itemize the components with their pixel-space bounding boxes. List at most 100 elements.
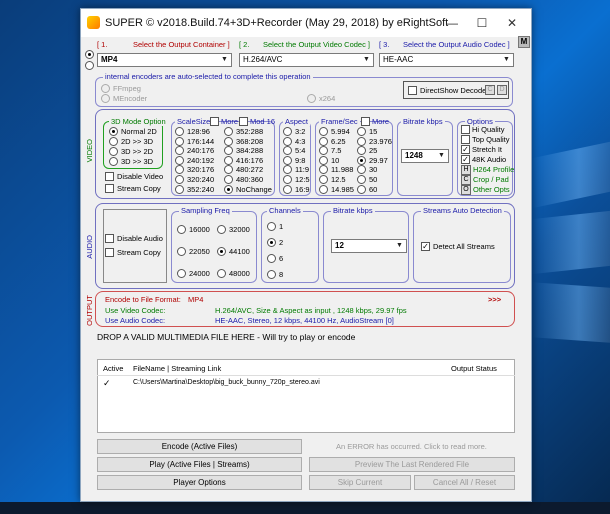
- maximize-icon[interactable]: ☐: [467, 14, 497, 32]
- fps-option-radio[interactable]: [319, 184, 328, 194]
- fps-option-radio[interactable]: [357, 155, 366, 165]
- close-icon[interactable]: ✕: [497, 14, 527, 32]
- minimize-icon[interactable]: —: [437, 14, 467, 32]
- crop-key[interactable]: C: [461, 175, 471, 185]
- scalesize-option-radio[interactable]: [175, 136, 184, 146]
- channel-option-radio[interactable]: [267, 270, 276, 279]
- aspect-option-radio[interactable]: [283, 175, 292, 184]
- encode-button[interactable]: Encode (Active Files): [97, 439, 302, 454]
- 48k-audio-checkbox[interactable]: ✓: [461, 155, 470, 164]
- help-button[interactable]: M: [518, 36, 530, 48]
- output-more-arrows[interactable]: >>>: [488, 295, 501, 304]
- freq-option-radio[interactable]: [217, 247, 226, 256]
- disable-video-label: Disable Video: [117, 172, 164, 181]
- freq-option-label: 32000: [229, 225, 250, 234]
- video-codec-select[interactable]: H.264/AVC ▼: [239, 53, 374, 67]
- scalesize-option-radio[interactable]: [224, 175, 233, 184]
- aspect-option-radio[interactable]: [283, 127, 292, 136]
- mode3d-radio-1[interactable]: [109, 137, 118, 146]
- audio-bitrate-title: Bitrate kbps: [331, 206, 375, 215]
- drop-zone-text[interactable]: DROP A VALID MULTIMEDIA FILE HERE - Will…: [97, 332, 355, 342]
- container-select[interactable]: MP4 ▼: [97, 53, 232, 67]
- audio-codec-select[interactable]: HE-AAC ▼: [379, 53, 514, 67]
- freq-option-radio[interactable]: [217, 225, 226, 234]
- preview-button[interactable]: Preview The Last Rendered File: [309, 457, 515, 472]
- disable-video-checkbox[interactable]: [105, 172, 114, 181]
- cancel-reset-button[interactable]: Cancel All / Reset: [414, 475, 515, 490]
- fps-option-radio[interactable]: [357, 184, 366, 194]
- mode3d-radio-3[interactable]: [109, 157, 118, 166]
- mod16-checkbox[interactable]: [239, 117, 248, 126]
- fps-option-radio[interactable]: [357, 136, 366, 146]
- disable-audio-checkbox[interactable]: [105, 234, 114, 243]
- directshow-checkbox[interactable]: [408, 86, 417, 95]
- audio-codec-header: Select the Output Audio Codec ]: [403, 40, 510, 49]
- video-stream-copy-checkbox[interactable]: [105, 184, 114, 193]
- container-header: Select the Output Container ]: [133, 40, 230, 49]
- crop-label[interactable]: Crop / Pad: [473, 175, 509, 184]
- fps-more-label: More: [372, 117, 390, 126]
- audio-section-label: AUDIO: [85, 235, 94, 259]
- fps-option-radio[interactable]: [319, 136, 328, 146]
- other-opts-key[interactable]: O: [461, 185, 471, 195]
- h264-profile-label[interactable]: H264 Profile: [473, 165, 514, 174]
- table-row[interactable]: ✓ C:\Users\Martina\Desktop\big_buck_bunn…: [98, 378, 514, 390]
- audio-codec-value: HE-AAC: [383, 55, 414, 64]
- scalesize-option-radio[interactable]: [175, 184, 184, 194]
- fps-option-radio[interactable]: [357, 127, 366, 136]
- desktop-light-beam: [532, 210, 610, 275]
- output-radio-2[interactable]: [85, 61, 94, 70]
- channel-option-radio[interactable]: [267, 238, 276, 247]
- scalesize-option-radio[interactable]: [175, 175, 184, 184]
- video-bitrate-select[interactable]: 1248 ▼: [401, 149, 449, 163]
- mode3d-radio-0[interactable]: [109, 127, 118, 136]
- hi-quality-label: Hi Quality: [472, 125, 505, 134]
- channel-option-radio[interactable]: [267, 222, 276, 231]
- scalesize-option-radio[interactable]: [175, 155, 184, 165]
- channel-option-label: 8: [279, 270, 284, 279]
- video-codec-header-num: [ 2.: [239, 40, 250, 49]
- directshow-d-button[interactable]: D: [497, 85, 507, 95]
- player-options-button[interactable]: Player Options: [97, 475, 302, 490]
- other-opts-label[interactable]: Other Opts: [473, 185, 510, 194]
- scalesize-option-radio[interactable]: [224, 155, 233, 165]
- channel-option-radio[interactable]: [267, 254, 276, 263]
- fps-option-radio[interactable]: [357, 175, 366, 184]
- aspect-option-radio[interactable]: [283, 136, 292, 146]
- scalesize-option-radio[interactable]: [224, 184, 233, 194]
- error-message-link[interactable]: An ERROR has occurred. Click to read mor…: [336, 442, 487, 451]
- detect-all-checkbox[interactable]: ✓: [421, 242, 430, 251]
- audio-stream-copy-checkbox[interactable]: [105, 248, 114, 257]
- audio-bitrate-select[interactable]: 12 ▼: [331, 239, 407, 253]
- directshow-c-button[interactable]: C: [485, 85, 495, 95]
- freq-option-radio[interactable]: [177, 269, 186, 278]
- top-quality-checkbox[interactable]: [461, 135, 470, 144]
- aspect-option-radio[interactable]: [283, 184, 292, 194]
- mode3d-radio-2[interactable]: [109, 147, 118, 156]
- mode3d-label-1: 2D >> 3D: [121, 137, 154, 146]
- h264-profile-key[interactable]: H: [461, 165, 471, 175]
- scalesize-option-radio[interactable]: [224, 127, 233, 136]
- file-active-check-icon[interactable]: ✓: [103, 378, 111, 389]
- fps-option-radio[interactable]: [319, 175, 328, 184]
- play-button[interactable]: Play (Active Files | Streams): [97, 457, 302, 472]
- desktop-light-beam: [532, 282, 610, 343]
- aspect-option-label: 4:3: [295, 136, 306, 146]
- detect-all-label: Detect All Streams: [433, 242, 495, 251]
- skip-current-button[interactable]: Skip Current: [309, 475, 411, 490]
- fps-option-radio[interactable]: [319, 127, 328, 136]
- scalesize-option-label: NoChange: [236, 184, 272, 194]
- scalesize-option-label: 320:176: [187, 165, 215, 175]
- aspect-option-radio[interactable]: [283, 155, 292, 165]
- freq-option-radio[interactable]: [177, 247, 186, 256]
- output-radio-1[interactable]: [85, 50, 94, 59]
- hi-quality-checkbox[interactable]: [461, 125, 470, 134]
- fps-option-radio[interactable]: [319, 155, 328, 165]
- freq-option-radio[interactable]: [177, 225, 186, 234]
- stretch-it-checkbox[interactable]: ✓: [461, 145, 470, 154]
- scalesize-option-radio[interactable]: [224, 136, 233, 146]
- fps-more-checkbox[interactable]: [361, 117, 370, 126]
- scalesize-option-radio[interactable]: [175, 127, 184, 136]
- freq-option-radio[interactable]: [217, 269, 226, 278]
- scalesize-more-checkbox[interactable]: [210, 117, 219, 126]
